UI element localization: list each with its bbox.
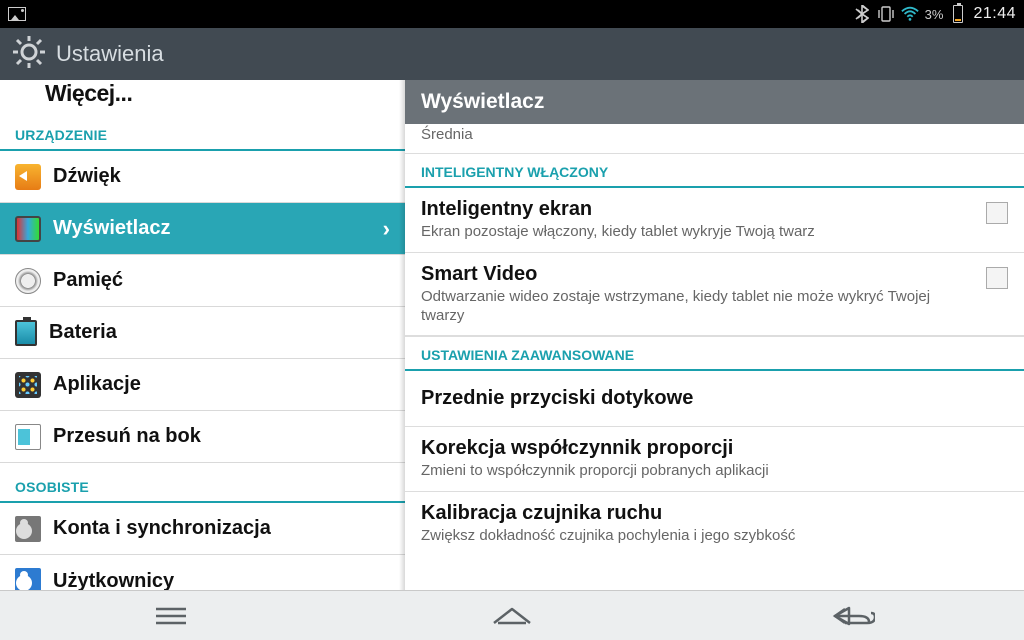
setting-desc: Odtwarzanie wideo zostaje wstrzymane, ki… (421, 288, 976, 326)
home-button[interactable] (477, 600, 547, 632)
setting-title: Korekcja współczynnik proporcji (421, 437, 1008, 460)
sidebar-item-sound[interactable]: Dźwięk (0, 151, 405, 203)
page-title: Ustawienia (56, 41, 164, 67)
setting-title: Kalibracja czujnika ruchu (421, 502, 1008, 525)
picture-notification-icon (8, 5, 26, 23)
sidebar-item-more[interactable]: Więcej... (0, 80, 405, 111)
status-bar: 3% 21:44 (0, 0, 1024, 28)
setting-title: Inteligentny ekran (421, 198, 976, 221)
sidebar-item-apps[interactable]: Aplikacje (0, 359, 405, 411)
smart-video-checkbox[interactable] (986, 267, 1008, 289)
users-icon (15, 568, 41, 590)
sidebar-item-storage[interactable]: Pamięć (0, 255, 405, 307)
sidebar-item-display[interactable]: Wyświetlacz › (0, 203, 405, 255)
gear-icon (12, 35, 46, 74)
battery-icon (949, 5, 967, 23)
sidebar-item-slide-aside[interactable]: Przesuń na bok (0, 411, 405, 463)
sidebar-item-label: Użytkownicy (53, 570, 174, 591)
sound-icon (15, 164, 41, 190)
setting-desc: Ekran pozostaje włączony, kiedy tablet w… (421, 223, 976, 242)
chevron-right-icon: › (383, 216, 390, 242)
setting-smart-screen[interactable]: Inteligentny ekran Ekran pozostaje włącz… (405, 188, 1024, 253)
battery-menu-icon (15, 320, 37, 346)
detail-pane: Wyświetlacz Rozmiar czcionki Średnia INT… (405, 80, 1024, 590)
setting-title: Smart Video (421, 263, 976, 286)
setting-motion-sensor[interactable]: Kalibracja czujnika ruchu Zwiększ dokład… (405, 492, 1024, 556)
sidebar-item-label: Dźwięk (53, 165, 121, 188)
sidebar-item-label: Aplikacje (53, 373, 141, 396)
sidebar-item-label: Wyświetlacz (53, 217, 170, 240)
storage-icon (15, 268, 41, 294)
sidebar-item-accounts[interactable]: Konta i synchronizacja (0, 503, 405, 555)
navigation-bar (0, 590, 1024, 640)
clock: 21:44 (973, 5, 1016, 23)
accounts-icon (15, 516, 41, 542)
menu-button[interactable] (136, 600, 206, 632)
battery-percentage: 3% (925, 7, 944, 22)
back-button[interactable] (818, 600, 888, 632)
setting-font-size-value[interactable]: Średnia (405, 124, 1024, 153)
setting-desc: Zmieni to współczynnik proporcji pobrany… (421, 462, 1008, 481)
detail-scroll[interactable]: Rozmiar czcionki Średnia INTELIGENTNY WŁ… (405, 124, 1024, 590)
setting-desc: Zwiększ dokładność czujnika pochylenia i… (421, 527, 1008, 546)
app-header: Ustawienia (0, 28, 1024, 80)
setting-aspect-ratio[interactable]: Korekcja współczynnik proporcji Zmieni t… (405, 427, 1024, 492)
sidebar-section-personal: OSOBISTE (0, 463, 405, 503)
wifi-icon (901, 5, 919, 23)
bluetooth-icon (853, 5, 871, 23)
sidebar-item-label: Konta i synchronizacja (53, 517, 271, 540)
detail-title: Wyświetlacz (405, 80, 1024, 124)
setting-title: Przednie przyciski dotykowe (421, 387, 1008, 410)
sidebar-item-label: Bateria (49, 321, 117, 344)
vibrate-icon (877, 5, 895, 23)
section-advanced: USTAWIENIA ZAAWANSOWANE (405, 336, 1024, 371)
slide-aside-icon (15, 424, 41, 450)
apps-icon (15, 372, 41, 398)
sidebar-item-battery[interactable]: Bateria (0, 307, 405, 359)
sidebar-section-device: URZĄDZENIE (0, 111, 405, 151)
smart-screen-checkbox[interactable] (986, 202, 1008, 224)
setting-front-touch-buttons[interactable]: Przednie przyciski dotykowe (405, 371, 1024, 427)
sidebar-item-label: Pamięć (53, 269, 123, 292)
settings-sidebar[interactable]: Więcej... URZĄDZENIE Dźwięk Wyświetlacz … (0, 80, 405, 590)
display-icon (15, 216, 41, 242)
setting-smart-video[interactable]: Smart Video Odtwarzanie wideo zostaje ws… (405, 253, 1024, 337)
sidebar-item-users[interactable]: Użytkownicy (0, 555, 405, 590)
sidebar-item-label: Przesuń na bok (53, 425, 201, 448)
section-smart-on: INTELIGENTNY WŁĄCZONY (405, 153, 1024, 188)
